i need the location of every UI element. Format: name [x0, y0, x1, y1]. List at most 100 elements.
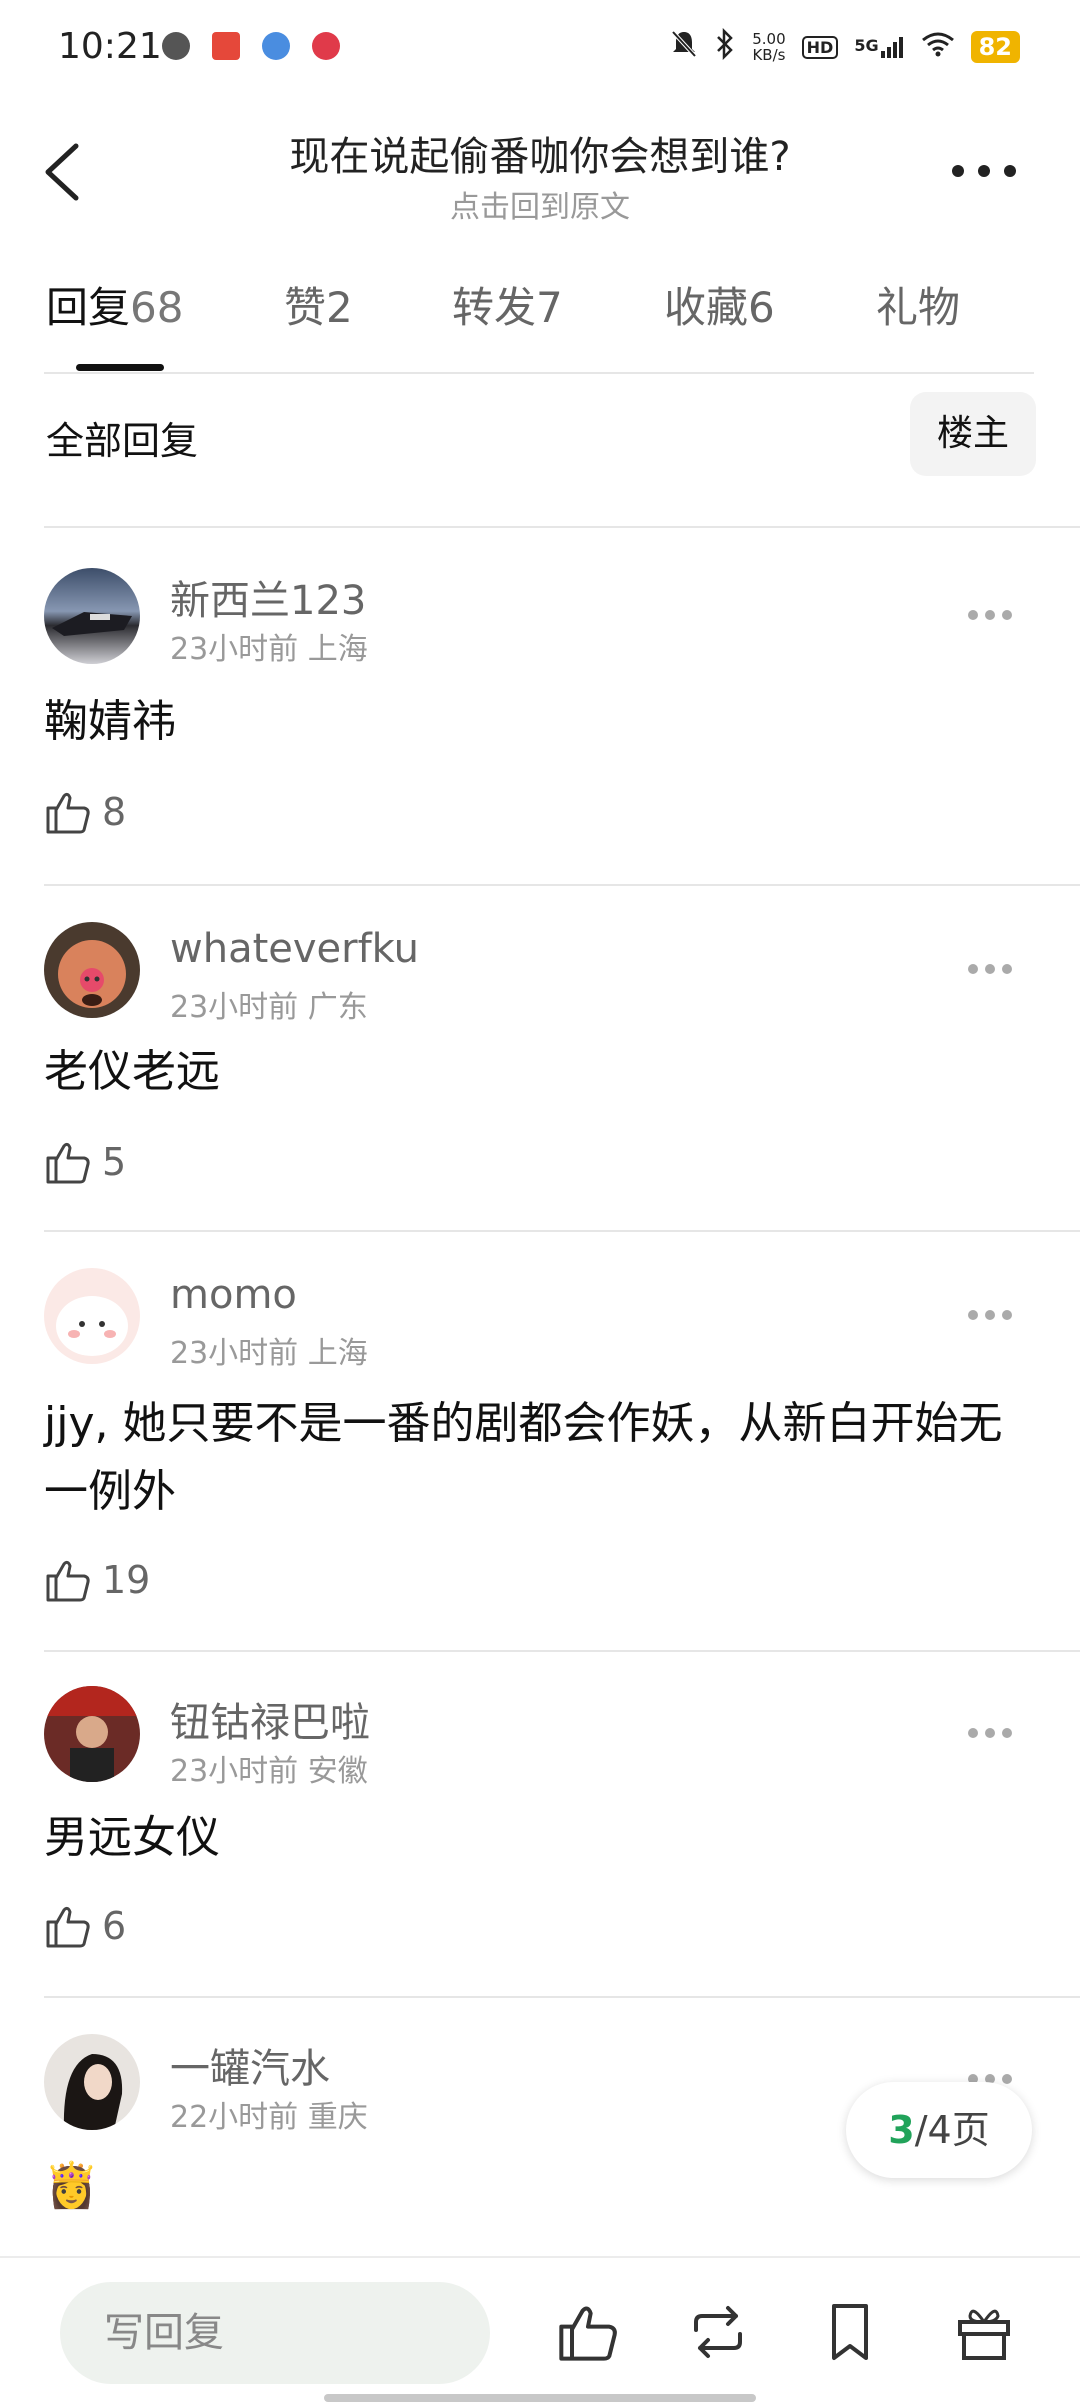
- username[interactable]: momo: [170, 1272, 297, 1318]
- divider: [44, 1996, 1080, 1998]
- tab-bar: 回复68 赞2 转发7 收藏6 礼物: [46, 272, 1036, 372]
- more-options-button[interactable]: [952, 156, 1016, 186]
- app-icon: [212, 32, 240, 60]
- thumbs-up-icon: [46, 792, 90, 834]
- signal-label: 5G: [854, 36, 879, 55]
- dot-icon: [1004, 165, 1016, 177]
- avatar[interactable]: [44, 2034, 140, 2130]
- owner-filter-button[interactable]: 楼主: [910, 392, 1036, 476]
- active-tab-indicator: [76, 364, 164, 371]
- tab-label: 回复: [46, 283, 131, 332]
- comment-text: jjy, 她只要不是一番的剧都会作妖，从新白开始无一例外: [44, 1398, 1003, 1517]
- page-indicator[interactable]: 3/4页: [846, 2082, 1032, 2178]
- comment-time: 23小时前: [170, 632, 299, 667]
- page-title: 现在说起偷番咖你会想到谁?: [289, 134, 791, 180]
- comment-more-button[interactable]: [968, 610, 1012, 622]
- total-pages: /4页: [914, 2108, 990, 2152]
- battery-indicator: 82: [970, 31, 1020, 63]
- all-replies-label: 全部回复: [46, 419, 199, 463]
- comment-text: 男远女仪: [44, 1812, 220, 1863]
- tab-label: 收藏: [664, 283, 749, 332]
- tab-favorites[interactable]: 收藏6: [664, 272, 876, 352]
- comment-location: 安徽: [307, 1754, 368, 1789]
- mute-icon: [670, 29, 698, 65]
- username[interactable]: 新西兰123: [170, 568, 366, 626]
- thumbs-up-icon: [46, 1560, 90, 1602]
- home-indicator[interactable]: [324, 2394, 756, 2402]
- like-icon[interactable]: [556, 2300, 620, 2364]
- reply-input[interactable]: 写回复: [60, 2282, 490, 2384]
- app-icon: [262, 32, 290, 60]
- filter-row: 全部回复 楼主: [46, 392, 1036, 478]
- comment-time: 22小时前: [170, 2100, 299, 2135]
- like-button[interactable]: 6: [44, 1902, 126, 1950]
- like-count: 6: [102, 1904, 127, 1948]
- repost-icon[interactable]: [686, 2300, 750, 2364]
- comment-location: 广东: [307, 990, 368, 1025]
- tab-gifts[interactable]: 礼物: [876, 272, 996, 352]
- like-count: 5: [102, 1140, 127, 1184]
- divider: [44, 1230, 1080, 1232]
- thumbs-up-icon: [46, 1906, 90, 1948]
- comment-more-button[interactable]: [968, 1310, 1012, 1322]
- divider: [0, 2256, 1080, 2258]
- back-to-original-link[interactable]: 点击回到原文: [0, 182, 1080, 226]
- tab-reposts[interactable]: 转发7: [452, 272, 664, 352]
- thumbs-up-icon: [46, 1142, 90, 1184]
- divider: [44, 372, 1034, 374]
- tab-likes[interactable]: 赞2: [284, 272, 452, 352]
- comment-more-button[interactable]: [968, 964, 1012, 976]
- avatar[interactable]: [44, 922, 140, 1018]
- tab-count: 2: [326, 283, 353, 332]
- current-page: 3: [888, 2108, 915, 2152]
- net-speed: 5.00 KB/s: [752, 31, 785, 63]
- comment-location: 上海: [307, 1336, 368, 1371]
- status-bar: 10:21 5.00 KB/s HD 5G 82: [0, 0, 1080, 100]
- like-button[interactable]: 8: [44, 788, 126, 836]
- divider: [44, 1650, 1080, 1652]
- divider: [44, 884, 1080, 886]
- comment-more-button[interactable]: [968, 1728, 1012, 1740]
- signal-icon: 5G: [854, 36, 904, 58]
- tab-label: 赞: [284, 283, 327, 332]
- username[interactable]: 一罐汽水: [170, 2036, 330, 2094]
- comment-text: 老仪老远: [44, 1046, 220, 1097]
- status-time: 10:21: [58, 26, 162, 67]
- username[interactable]: 钮钴禄巴啦: [170, 1690, 370, 1748]
- avatar[interactable]: [44, 568, 140, 664]
- header: 现在说起偷番咖你会想到谁? 点击回到原文: [0, 110, 1080, 230]
- comment-time: 23小时前: [170, 990, 299, 1025]
- app-icon: [162, 32, 190, 60]
- like-count: 19: [102, 1558, 151, 1602]
- avatar[interactable]: [44, 1268, 140, 1364]
- avatar[interactable]: [44, 1686, 140, 1782]
- divider: [44, 526, 1080, 528]
- tab-count: 6: [748, 283, 775, 332]
- dot-icon: [978, 165, 990, 177]
- tab-count: 7: [536, 283, 563, 332]
- dot-icon: [952, 165, 964, 177]
- comment-meta: 23小时前 安徽: [170, 1746, 368, 1790]
- like-count: 8: [102, 790, 127, 834]
- tab-label: 转发: [452, 283, 537, 332]
- wifi-icon: [921, 31, 955, 63]
- comment-time: 23小时前: [170, 1336, 299, 1371]
- tab-count: 68: [130, 283, 184, 332]
- tab-replies[interactable]: 回复68: [46, 272, 284, 352]
- notification-icons: [162, 32, 340, 60]
- tab-label: 礼物: [876, 283, 961, 332]
- comment-location: 重庆: [307, 2100, 368, 2135]
- hd-badge: HD: [801, 35, 839, 59]
- comment-time: 23小时前: [170, 1754, 299, 1789]
- bookmark-icon[interactable]: [818, 2300, 882, 2364]
- bluetooth-icon: [714, 27, 736, 66]
- gift-icon[interactable]: [952, 2300, 1016, 2364]
- net-speed-unit: KB/s: [752, 46, 786, 64]
- comment-text: 鞠婧祎: [44, 696, 176, 747]
- like-button[interactable]: 19: [44, 1556, 150, 1604]
- comment-location: 上海: [307, 632, 368, 667]
- comment-meta: 23小时前 上海: [170, 624, 368, 668]
- like-button[interactable]: 5: [44, 1138, 126, 1186]
- comment-meta: 23小时前 广东: [170, 982, 368, 1026]
- username[interactable]: whateverfku: [170, 926, 419, 972]
